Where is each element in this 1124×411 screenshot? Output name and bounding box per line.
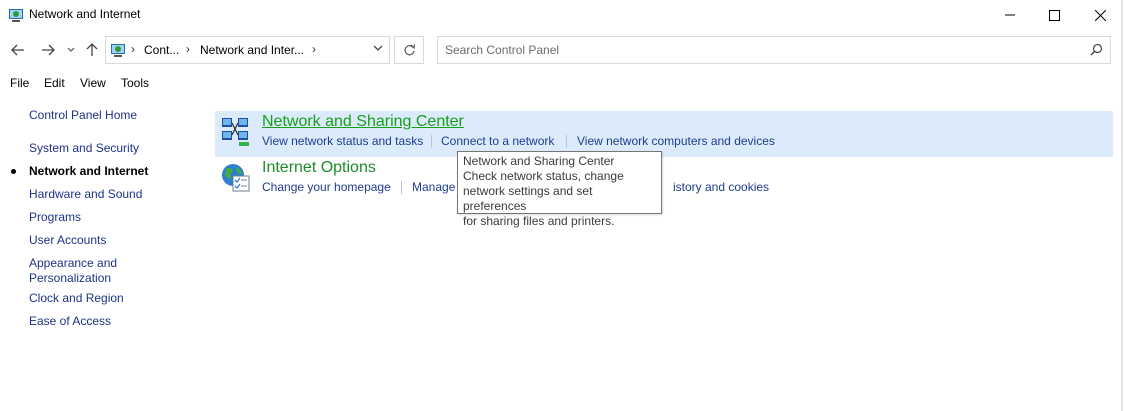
title-bar: Network and Internet bbox=[0, 0, 1124, 30]
back-button[interactable] bbox=[8, 38, 28, 62]
close-button[interactable] bbox=[1077, 0, 1123, 30]
sidebar-item-ease-of-access[interactable]: Ease of Access bbox=[29, 314, 111, 329]
network-sharing-icon bbox=[222, 118, 249, 146]
up-arrow-icon bbox=[86, 43, 98, 56]
refresh-icon bbox=[403, 43, 415, 55]
delete-browsing-history-link[interactable]: istory and cookies bbox=[673, 180, 769, 194]
window-border bbox=[1121, 0, 1123, 411]
breadcrumb-network-internet[interactable]: Network and Inter... bbox=[200, 43, 304, 57]
view-network-status-link[interactable]: View network status and tasks bbox=[262, 134, 423, 148]
up-button[interactable] bbox=[83, 38, 101, 62]
link-separator bbox=[431, 135, 432, 148]
chevron-down-icon bbox=[67, 47, 75, 52]
search-input[interactable] bbox=[445, 43, 1045, 57]
menu-bar: File Edit View Tools bbox=[0, 72, 1124, 92]
breadcrumb-control-panel[interactable]: Cont... bbox=[144, 43, 179, 57]
sidebar-item-system-security[interactable]: System and Security bbox=[29, 141, 139, 156]
minimize-icon bbox=[1005, 14, 1015, 16]
network-window-icon bbox=[9, 9, 23, 22]
window-title: Network and Internet bbox=[29, 7, 141, 21]
active-indicator bbox=[11, 169, 16, 174]
maximize-icon bbox=[1048, 9, 1060, 21]
recent-locations-button[interactable] bbox=[65, 38, 77, 62]
change-homepage-link[interactable]: Change your homepage bbox=[262, 180, 391, 194]
tooltip-line: network settings and set preferences bbox=[463, 184, 593, 213]
forward-button[interactable] bbox=[38, 38, 58, 62]
search-box[interactable] bbox=[437, 36, 1111, 64]
view-network-computers-link[interactable]: View network computers and devices bbox=[577, 134, 775, 148]
internet-options-icon bbox=[222, 164, 250, 192]
close-icon bbox=[1094, 9, 1106, 21]
back-arrow-icon bbox=[11, 44, 24, 56]
network-sharing-center-link[interactable]: Network and Sharing Center bbox=[262, 113, 464, 131]
address-bar[interactable]: › Cont... › Network and Inter... › bbox=[105, 36, 390, 64]
sidebar-item-hardware-sound[interactable]: Hardware and Sound bbox=[29, 187, 142, 202]
forward-arrow-icon bbox=[42, 44, 55, 56]
menu-file[interactable]: File bbox=[10, 76, 29, 90]
manage-browser-addons-link[interactable]: Manage bbox=[412, 180, 455, 194]
maximize-button[interactable] bbox=[1031, 0, 1077, 30]
chevron-right-icon[interactable]: › bbox=[186, 42, 190, 56]
sidebar-item-user-accounts[interactable]: User Accounts bbox=[29, 233, 106, 248]
refresh-button[interactable] bbox=[394, 36, 424, 64]
tooltip-title: Network and Sharing Center bbox=[463, 154, 615, 168]
tooltip-line: for sharing files and printers. bbox=[463, 214, 615, 228]
menu-tools[interactable]: Tools bbox=[121, 76, 149, 90]
tooltip: Network and Sharing Center Check network… bbox=[457, 151, 662, 228]
connect-to-network-link[interactable]: Connect to a network bbox=[441, 134, 554, 148]
chevron-right-icon[interactable]: › bbox=[312, 42, 316, 56]
link-separator bbox=[566, 135, 567, 148]
control-panel-home-link[interactable]: Control Panel Home bbox=[29, 108, 137, 123]
sidebar-item-clock-region[interactable]: Clock and Region bbox=[29, 291, 124, 306]
category-network-sharing[interactable]: Network and Sharing Center View network … bbox=[215, 111, 1113, 157]
search-icon[interactable] bbox=[1090, 43, 1103, 56]
chevron-right-icon[interactable]: › bbox=[131, 42, 135, 56]
menu-view[interactable]: View bbox=[80, 76, 106, 90]
link-separator bbox=[401, 181, 402, 194]
category-internet-options[interactable]: Internet Options Change your homepage Ma… bbox=[215, 157, 1113, 203]
sidebar-item-programs[interactable]: Programs bbox=[29, 210, 81, 225]
minimize-button[interactable] bbox=[987, 0, 1033, 30]
sidebar-item-network-internet[interactable]: Network and Internet bbox=[29, 164, 148, 179]
network-location-icon bbox=[111, 44, 125, 57]
address-dropdown-icon[interactable] bbox=[373, 45, 383, 52]
sidebar-item-appearance[interactable]: Appearance and Personalization bbox=[29, 256, 117, 286]
tooltip-line: Check network status, change bbox=[463, 169, 624, 183]
menu-edit[interactable]: Edit bbox=[44, 76, 65, 90]
internet-options-link[interactable]: Internet Options bbox=[262, 159, 376, 177]
